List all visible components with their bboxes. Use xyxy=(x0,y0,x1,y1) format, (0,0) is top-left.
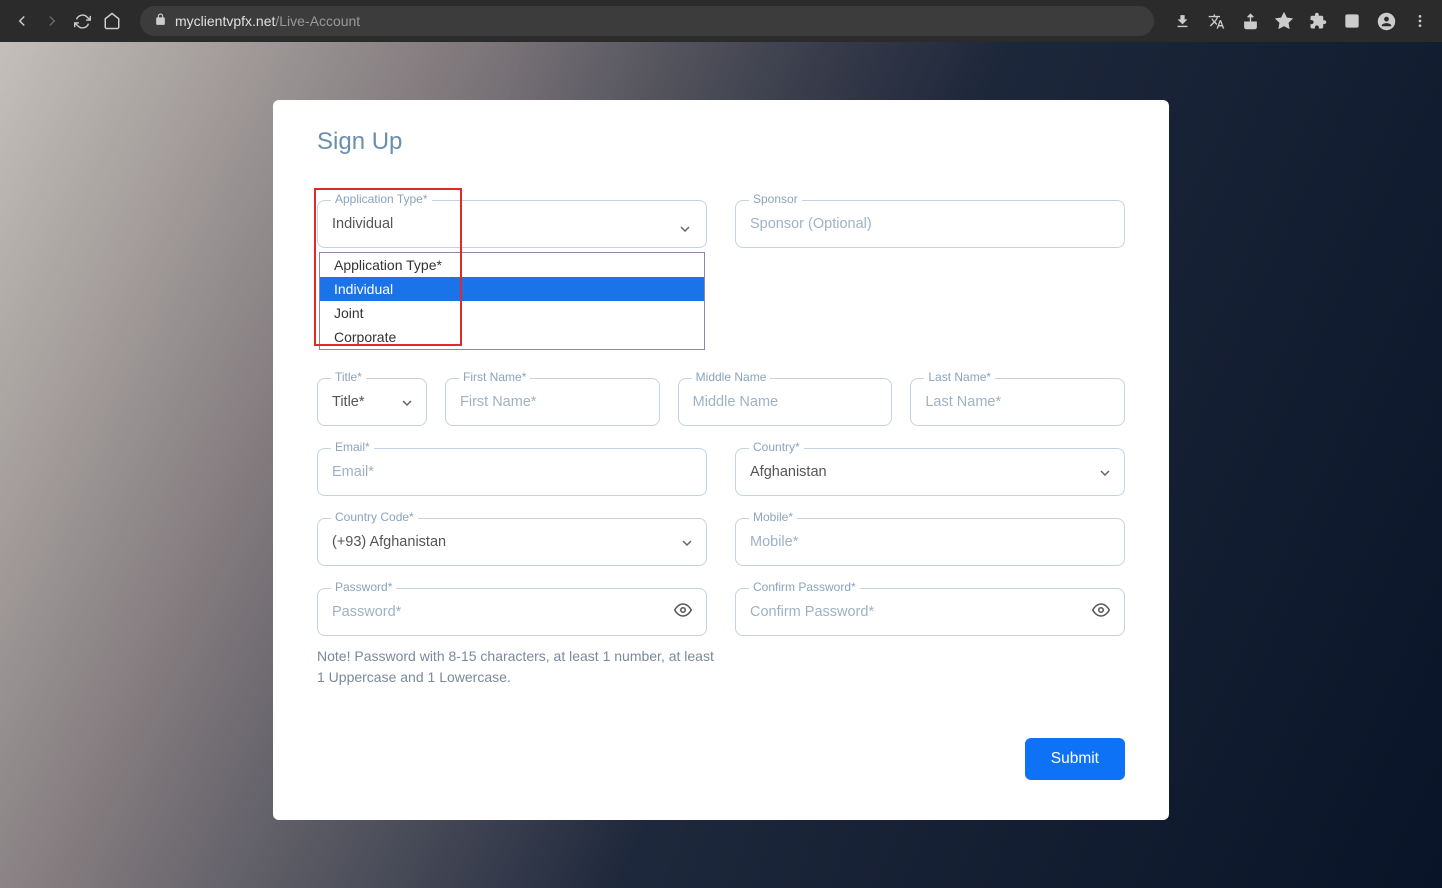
confirm-password-input[interactable] xyxy=(750,604,1084,620)
forward-button[interactable] xyxy=(42,11,62,31)
password-label: Password* xyxy=(331,580,396,594)
mobile-label: Mobile* xyxy=(749,510,797,524)
email-input[interactable] xyxy=(332,464,692,480)
first-name-input[interactable] xyxy=(460,394,645,410)
email-label: Email* xyxy=(331,440,374,454)
submit-button[interactable]: Submit xyxy=(1025,738,1125,780)
application-type-group: Application Type* Individual Application… xyxy=(317,200,707,248)
sponsor-group: Sponsor xyxy=(735,200,1125,248)
application-type-label: Application Type* xyxy=(331,192,432,206)
lock-icon xyxy=(154,13,167,29)
chevron-down-icon xyxy=(682,534,692,550)
install-icon[interactable] xyxy=(1172,11,1192,31)
first-name-label: First Name* xyxy=(459,370,530,384)
signup-card: Sign Up Application Type* Individual App… xyxy=(273,100,1169,820)
country-group: Country* Afghanistan xyxy=(735,448,1125,496)
bookmark-icon[interactable] xyxy=(1274,11,1294,31)
password-input[interactable] xyxy=(332,604,666,620)
password-group: Password* xyxy=(317,588,707,636)
page-background: Sign Up Application Type* Individual App… xyxy=(0,42,1442,888)
dropdown-option-joint[interactable]: Joint xyxy=(320,301,704,325)
last-name-label: Last Name* xyxy=(924,370,995,384)
first-name-group: First Name* xyxy=(445,378,660,426)
sponsor-label: Sponsor xyxy=(749,192,802,206)
confirm-password-label: Confirm Password* xyxy=(749,580,860,594)
application-type-select[interactable]: Individual xyxy=(317,200,707,248)
profile-icon[interactable] xyxy=(1376,11,1396,31)
dropdown-option-placeholder[interactable]: Application Type* xyxy=(320,253,704,277)
chevron-down-icon xyxy=(402,394,412,410)
password-note: Note! Password with 8-15 characters, at … xyxy=(317,646,717,688)
email-group: Email* xyxy=(317,448,707,496)
country-select[interactable]: Afghanistan xyxy=(735,448,1125,496)
url-text: myclientvpfx.net/Live-Account xyxy=(175,13,360,29)
mobile-group: Mobile* xyxy=(735,518,1125,566)
browser-chrome: myclientvpfx.net/Live-Account xyxy=(0,0,1442,42)
title-label: Title* xyxy=(331,370,366,384)
sidepanel-icon[interactable] xyxy=(1342,11,1362,31)
middle-name-label: Middle Name xyxy=(692,370,771,384)
confirm-password-group: Confirm Password* xyxy=(735,588,1125,636)
url-bar[interactable]: myclientvpfx.net/Live-Account xyxy=(140,6,1154,36)
dropdown-option-corporate[interactable]: Corporate xyxy=(320,325,704,349)
country-code-select[interactable]: (+93) Afghanistan xyxy=(317,518,707,566)
menu-icon[interactable] xyxy=(1410,11,1430,31)
country-code-group: Country Code* (+93) Afghanistan xyxy=(317,518,707,566)
title-select[interactable]: Title* xyxy=(317,378,427,426)
chevron-down-icon xyxy=(680,220,692,228)
eye-icon[interactable] xyxy=(1092,601,1110,623)
home-button[interactable] xyxy=(102,11,122,31)
mobile-input[interactable] xyxy=(750,534,1110,550)
last-name-input[interactable] xyxy=(925,394,1110,410)
application-type-dropdown: Application Type* Individual Joint Corpo… xyxy=(319,252,705,350)
share-icon[interactable] xyxy=(1240,11,1260,31)
country-code-label: Country Code* xyxy=(331,510,418,524)
chevron-down-icon xyxy=(1100,464,1110,480)
back-button[interactable] xyxy=(12,11,32,31)
translate-icon[interactable] xyxy=(1206,11,1226,31)
middle-name-group: Middle Name xyxy=(678,378,893,426)
middle-name-input[interactable] xyxy=(693,394,878,410)
eye-icon[interactable] xyxy=(674,601,692,623)
reload-button[interactable] xyxy=(72,11,92,31)
dropdown-option-individual[interactable]: Individual xyxy=(320,277,704,301)
sponsor-input-wrapper xyxy=(735,200,1125,248)
title-group: Title* Title* xyxy=(317,378,427,426)
extensions-icon[interactable] xyxy=(1308,11,1328,31)
last-name-group: Last Name* xyxy=(910,378,1125,426)
country-label: Country* xyxy=(749,440,804,454)
page-title: Sign Up xyxy=(317,128,1125,156)
sponsor-input[interactable] xyxy=(750,216,1110,232)
